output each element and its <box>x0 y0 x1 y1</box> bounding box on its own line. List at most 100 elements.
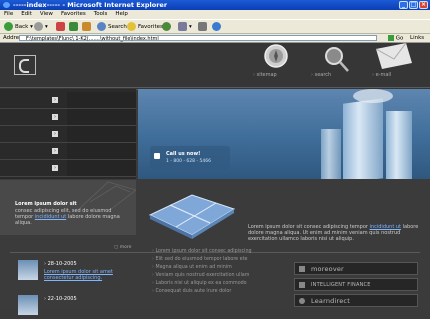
arrow-right-icon: › <box>52 148 58 154</box>
news-thumbnail <box>18 295 38 315</box>
phone-icon <box>154 153 160 159</box>
nav-search[interactable]: search <box>311 72 332 78</box>
list-item[interactable]: Lorem ipsum dolor sit consec adipiscing <box>152 249 251 254</box>
partner-name: moreover <box>311 265 344 273</box>
news-item: 22-10-2005 <box>14 293 144 319</box>
go-label: Go <box>395 35 404 42</box>
mail-icon <box>178 22 187 31</box>
search-button[interactable]: Search <box>97 22 127 32</box>
address-bar: Address F:\templates\Flunc\ 1-K2(.......… <box>0 34 430 43</box>
call-title: Call us now! <box>166 151 201 157</box>
menu-favorites[interactable]: Favorites <box>61 11 86 17</box>
mail-button[interactable]: ▾ <box>178 22 192 32</box>
links-button[interactable]: Links <box>410 35 424 41</box>
search-label: Search <box>108 24 127 30</box>
forward-arrow-icon <box>34 22 43 31</box>
media-button[interactable] <box>162 22 173 32</box>
envelope-icon <box>375 43 412 69</box>
list-item[interactable]: Magna aliqua ut enim ad minim <box>152 265 231 270</box>
nav-sitemap[interactable]: sitemap <box>253 72 277 78</box>
compass-icon <box>264 44 288 68</box>
list-item[interactable]: Consequat duis aute irure dolor <box>152 289 231 294</box>
home-button[interactable] <box>82 22 93 32</box>
arrow-right-icon: › <box>52 131 58 137</box>
menu-tools[interactable]: Tools <box>94 11 108 17</box>
favorites-button[interactable]: Favorites <box>127 22 163 32</box>
list-item[interactable]: Elit sed do eiusmod tempor labore ete <box>152 257 247 262</box>
call-number: 1 - 800 - 628 - 5466 <box>166 159 211 164</box>
arrow-right-icon: › <box>52 165 58 171</box>
sidebar-item-block <box>67 126 136 142</box>
menu-view[interactable]: View <box>40 11 53 17</box>
list-item[interactable]: Veniam quis nostrud exercitation ullam <box>152 273 249 278</box>
news-link[interactable]: Lorem ipsum dolor sit amet consectetur a… <box>44 269 140 281</box>
skyscraper-image <box>386 111 412 179</box>
sidebar-item-block <box>67 143 136 159</box>
minimize-button[interactable]: _ <box>399 1 408 9</box>
header-divider <box>0 87 430 88</box>
star-icon <box>127 22 136 31</box>
maximize-button[interactable]: □ <box>409 1 418 9</box>
partner-icon <box>299 298 305 304</box>
close-button[interactable]: × <box>419 1 428 9</box>
wireframe-decoration <box>80 181 136 210</box>
list-item[interactable]: Laboris nisi ut aliquip ex ea commodo <box>152 281 246 286</box>
intro-heading: Lorem ipsum dolor sit <box>15 201 77 207</box>
sidebar-item-block <box>67 160 136 176</box>
magnifier-icon <box>325 47 349 72</box>
back-button[interactable]: Back ▾ <box>4 22 33 32</box>
sidebar-item[interactable]: › <box>0 160 136 177</box>
go-arrow-icon <box>388 35 394 41</box>
sidebar-item[interactable]: › <box>0 143 136 160</box>
more-link[interactable]: more <box>114 245 132 250</box>
partner-banner[interactable]: INTELLIGENT FINANCE <box>294 278 418 291</box>
skyscraper-image <box>343 98 383 179</box>
call-us-box: Call us now! 1 - 800 - 628 - 5466 <box>150 146 230 170</box>
forward-button[interactable]: ▾ <box>34 22 48 32</box>
hero-banner: Call us now! 1 - 800 - 628 - 5466 <box>138 89 430 179</box>
back-label: Back <box>15 24 29 30</box>
sidebar-item[interactable]: › <box>0 109 136 126</box>
intro-text: consec adipiscing elit, sed do eiusmod t… <box>15 208 125 226</box>
ie-logo-icon <box>3 2 10 8</box>
go-button[interactable]: Go <box>388 35 403 42</box>
search-icon <box>97 22 106 31</box>
stop-icon <box>56 22 65 31</box>
address-input[interactable]: F:\templates\Flunc\ 1-K2(.......\without… <box>19 35 377 42</box>
partner-banner[interactable]: Learndirect <box>294 294 418 307</box>
sidebar-menu: › › › › › <box>0 89 136 179</box>
intro-link[interactable]: incididunt ut <box>35 214 66 220</box>
news-date: 22-10-2005 <box>44 296 77 302</box>
cloud-image <box>353 89 393 103</box>
refresh-icon <box>69 22 78 31</box>
home-icon <box>82 22 91 31</box>
site-logo[interactable] <box>14 55 36 75</box>
menu-help[interactable]: Help <box>115 11 128 17</box>
sidebar-item[interactable]: › <box>0 126 136 143</box>
partner-icon <box>299 266 305 272</box>
middle-text: Lorem ipsum dolor sit consec adipiscing … <box>248 224 420 242</box>
news-date: 28-10-2005 <box>44 261 77 267</box>
print-icon <box>198 22 207 31</box>
back-arrow-icon <box>4 22 13 31</box>
window-title: -----index----- - Microsoft Internet Exp… <box>13 1 168 9</box>
sidebar-item-block <box>67 92 136 108</box>
stop-button[interactable] <box>56 22 67 32</box>
browser-title-bar: -----index----- - Microsoft Internet Exp… <box>0 0 430 10</box>
favorites-label: Favorites <box>138 24 163 30</box>
partner-banner[interactable]: moreover <box>294 262 418 275</box>
refresh-button[interactable] <box>69 22 80 32</box>
menu-file[interactable]: File <box>4 11 13 17</box>
nav-email[interactable]: e-mail <box>372 72 392 78</box>
messenger-button[interactable] <box>212 22 223 32</box>
skyscraper-image <box>321 129 341 179</box>
partner-icon <box>299 282 305 288</box>
site-header: sitemap search e-mail <box>0 43 430 90</box>
sidebar-item[interactable]: › <box>0 92 136 109</box>
menu-edit[interactable]: Edit <box>21 11 32 17</box>
intro-panel: Lorem ipsum dolor sit consec adipiscing … <box>0 180 136 235</box>
print-button[interactable] <box>198 22 209 32</box>
browser-toolbar: Back ▾ ▾ Search Favorites ▾ <box>0 19 430 34</box>
web-page: sitemap search e-mail › › › › › Call us … <box>0 43 430 315</box>
menu-bar: File Edit View Favorites Tools Help <box>0 10 430 19</box>
